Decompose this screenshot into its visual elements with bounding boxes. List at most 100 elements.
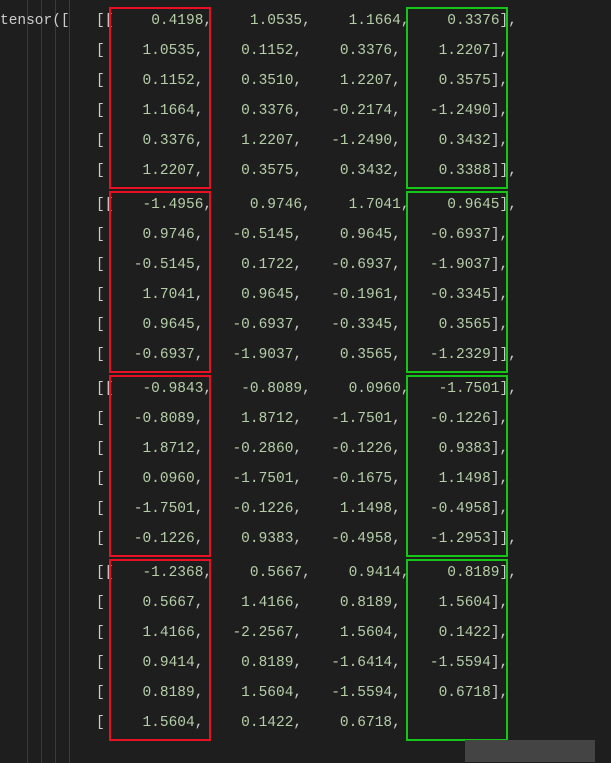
tensor-cell: 1.7041 bbox=[311, 197, 401, 213]
obscured-region bbox=[465, 740, 595, 762]
row-open-bracket: [ bbox=[96, 347, 105, 363]
tensor-cell: 0.3575 bbox=[203, 163, 293, 179]
row-close-bracket: ], bbox=[491, 625, 508, 641]
row-open-bracket: [ bbox=[96, 73, 105, 89]
row-open-bracket: [ bbox=[96, 103, 105, 119]
tensor-row: [ 1.0535, 0.1152, 0.3376, 1.2207], bbox=[0, 36, 517, 66]
tensor-cell: 1.5604 bbox=[401, 595, 491, 611]
terminal-output: tensor([[[ 0.4198, 1.0535, 1.1664, 0.337… bbox=[0, 0, 611, 763]
row-open-bracket: [ bbox=[96, 715, 105, 731]
tensor-cell: -0.9843 bbox=[113, 381, 203, 397]
tensor-cell: -1.2368 bbox=[113, 565, 203, 581]
tensor-row: [ 0.0960,-1.7501,-0.1675, 1.1498], bbox=[0, 464, 517, 494]
row-close-bracket: ], bbox=[491, 595, 508, 611]
tensor-cell: 0.3565 bbox=[401, 317, 491, 333]
row-close-bracket: ], bbox=[491, 317, 508, 333]
row-open-bracket: [ bbox=[96, 257, 105, 273]
tensor-cell: 0.3432 bbox=[401, 133, 491, 149]
tensor-row: [ 0.5667, 1.4166, 0.8189, 1.5604], bbox=[0, 588, 517, 618]
tensor-cell: 0.1152 bbox=[105, 73, 195, 89]
row-open-bracket: [ bbox=[96, 655, 105, 671]
row-close-bracket: ], bbox=[500, 13, 517, 29]
tensor-cell: 1.1498 bbox=[401, 471, 491, 487]
tensor-cell: 1.7041 bbox=[105, 287, 195, 303]
row-close-bracket: ], bbox=[491, 287, 508, 303]
tensor-cell: 1.1498 bbox=[302, 501, 392, 517]
tensor-row: [ 1.5604, 0.1422, 0.6718, bbox=[0, 708, 517, 738]
tensor-cell: 1.2207 bbox=[302, 73, 392, 89]
tensor-label: tensor bbox=[0, 13, 52, 29]
tensor-cell: 0.9645 bbox=[410, 197, 500, 213]
tensor-row: [ 0.3376, 1.2207,-1.2490, 0.3432], bbox=[0, 126, 517, 156]
tensor-cell: 0.3376 bbox=[203, 103, 293, 119]
tensor-cell: -1.9037 bbox=[401, 257, 491, 273]
tensor-cell: -1.7501 bbox=[410, 381, 500, 397]
tensor-cell: -1.6414 bbox=[302, 655, 392, 671]
tensor-cell: -0.1226 bbox=[401, 411, 491, 427]
tensor-cell: -0.4958 bbox=[302, 531, 392, 547]
outer-open-bracket: [ bbox=[61, 13, 70, 29]
row-open-bracket: [ bbox=[96, 595, 105, 611]
row-close-bracket: ], bbox=[491, 103, 508, 119]
tensor-cell: -0.5145 bbox=[203, 227, 293, 243]
row-open-bracket: [[ bbox=[96, 381, 113, 397]
tensor-cell: 0.3565 bbox=[302, 347, 392, 363]
row-open-bracket: [ bbox=[96, 43, 105, 59]
tensor-cell: 0.8189 bbox=[105, 685, 195, 701]
row-close-bracket: ], bbox=[491, 411, 508, 427]
row-open-bracket: [ bbox=[96, 501, 105, 517]
tensor-row: [-0.5145, 0.1722,-0.6937,-1.9037], bbox=[0, 250, 517, 280]
row-open-bracket: [[ bbox=[96, 13, 113, 29]
row-open-bracket: [[ bbox=[96, 197, 113, 213]
tensor-cell: 0.1422 bbox=[401, 625, 491, 641]
row-close-bracket: ], bbox=[491, 73, 508, 89]
tensor-row: [-0.8089, 1.8712,-1.7501,-0.1226], bbox=[0, 404, 517, 434]
tensor-cell: -1.2329 bbox=[401, 347, 491, 363]
tensor-cell: -0.4958 bbox=[401, 501, 491, 517]
tensor-cell: 1.5604 bbox=[105, 715, 195, 731]
tensor-cell: 0.9414 bbox=[311, 565, 401, 581]
row-open-bracket: [ bbox=[96, 531, 105, 547]
tensor-cell: 0.5667 bbox=[212, 565, 302, 581]
tensor-cell: 0.1722 bbox=[203, 257, 293, 273]
row-close-bracket: ], bbox=[500, 381, 517, 397]
tensor-row: [ 1.4166,-2.2567, 1.5604, 0.1422], bbox=[0, 618, 517, 648]
tensor-row: [ 0.9746,-0.5145, 0.9645,-0.6937], bbox=[0, 220, 517, 250]
row-open-bracket: [[ bbox=[96, 565, 113, 581]
tensor-cell: -1.2490 bbox=[401, 103, 491, 119]
tensor-cell: 1.1664 bbox=[105, 103, 195, 119]
tensor-cell: 0.3388 bbox=[401, 163, 491, 179]
tensor-cell: 0.6718 bbox=[401, 685, 491, 701]
tensor-cell: 1.5604 bbox=[302, 625, 392, 641]
tensor-cell: 1.2207 bbox=[105, 163, 195, 179]
tensor-row: tensor([[[ 0.4198, 1.0535, 1.1664, 0.337… bbox=[0, 6, 517, 36]
row-open-bracket: [ bbox=[96, 471, 105, 487]
tensor-cell: -0.1226 bbox=[105, 531, 195, 547]
row-close-bracket: ], bbox=[491, 471, 508, 487]
row-open-bracket: [ bbox=[96, 411, 105, 427]
tensor-cell: 0.3376 bbox=[105, 133, 195, 149]
tensor-cell: 1.2207 bbox=[203, 133, 293, 149]
tensor-cell: 0.9383 bbox=[203, 531, 293, 547]
tensor-cell: -1.7501 bbox=[203, 471, 293, 487]
tensor-cell: 1.8712 bbox=[105, 441, 195, 457]
tensor-cell: -0.3345 bbox=[401, 287, 491, 303]
tensor-cell: 0.1422 bbox=[203, 715, 293, 731]
row-close-bracket: ]], bbox=[491, 163, 517, 179]
tensor-row: [[-1.4956, 0.9746, 1.7041, 0.9645], bbox=[0, 190, 517, 220]
tensor-row: [ 1.8712,-0.2860,-0.1226, 0.9383], bbox=[0, 434, 517, 464]
row-open-bracket: [ bbox=[96, 227, 105, 243]
tensor-cell: -1.7501 bbox=[105, 501, 195, 517]
tensor-cell: 0.3376 bbox=[302, 43, 392, 59]
row-close-bracket: ], bbox=[491, 227, 508, 243]
tensor-cell: -0.1961 bbox=[302, 287, 392, 303]
tensor-cell: 0.9645 bbox=[105, 317, 195, 333]
row-close-bracket: ], bbox=[500, 197, 517, 213]
tensor-cell: 0.0960 bbox=[105, 471, 195, 487]
tensor-cell: -1.2953 bbox=[401, 531, 491, 547]
tensor-row: [ 0.9414, 0.8189,-1.6414,-1.5594], bbox=[0, 648, 517, 678]
tensor-cell: -0.3345 bbox=[302, 317, 392, 333]
tensor-cell: 0.3432 bbox=[302, 163, 392, 179]
tensor-cell: -1.9037 bbox=[203, 347, 293, 363]
tensor-cell: 0.1152 bbox=[203, 43, 293, 59]
